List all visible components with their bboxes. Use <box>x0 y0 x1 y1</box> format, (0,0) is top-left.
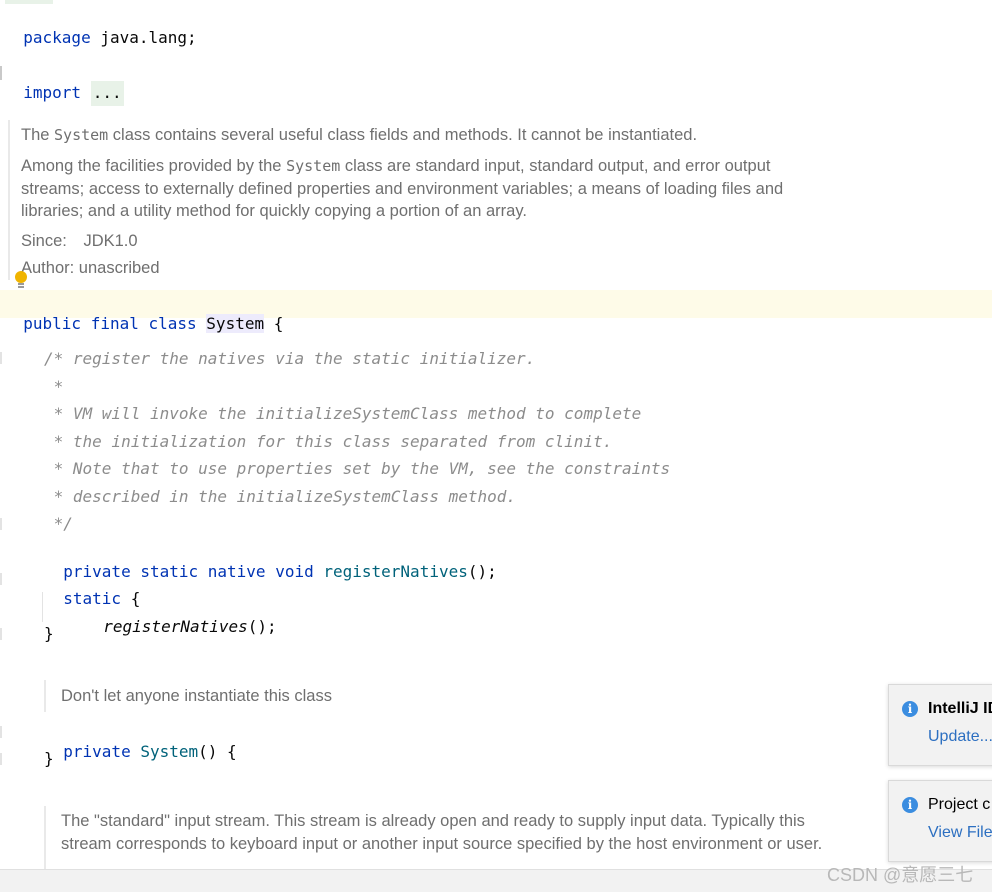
class-name[interactable]: System <box>206 314 265 333</box>
ctor-doc-bar <box>44 680 46 712</box>
fold-marker-ctor-start[interactable] <box>0 726 2 738</box>
since-value: JDK1.0 <box>83 232 138 250</box>
import-keyword: import <box>23 83 82 102</box>
fold-marker-comment-start[interactable] <box>0 352 2 364</box>
comment-line: /* register the natives via the static i… <box>44 349 536 368</box>
ctor-name[interactable]: System <box>140 742 198 761</box>
lightbulb-icon[interactable] <box>14 271 28 291</box>
notification-title: IntelliJ ID <box>928 700 992 717</box>
notification-title: Project c <box>928 796 991 813</box>
class-declaration[interactable]: public final class System { <box>4 294 283 334</box>
native-method-name[interactable]: registerNatives <box>323 562 468 581</box>
comment-line: */ <box>44 514 73 533</box>
class-doc-para2: Among the facilities provided by the Sys… <box>21 157 784 220</box>
import-line[interactable]: import ... <box>4 63 124 106</box>
scroll-remnant-highlight <box>5 0 53 4</box>
class-doc-author: Author: unascribed <box>21 257 160 280</box>
constructor-close: } <box>44 749 54 768</box>
comment-line: * the initialization for this class sepa… <box>44 432 613 451</box>
fold-marker-static-start[interactable] <box>0 573 2 585</box>
notification-view-file-link[interactable]: View File <box>928 824 992 842</box>
class-open-brace: { <box>273 314 284 333</box>
ctor-modifier: private <box>63 742 131 761</box>
import-fold-marker[interactable] <box>0 66 2 80</box>
info-icon: i <box>902 797 918 813</box>
indent-guide <box>42 592 43 622</box>
static-block-close: } <box>44 624 54 643</box>
import-folded-block[interactable]: ... <box>90 81 124 106</box>
class-doc-bar <box>8 120 10 280</box>
in-stream-doc: The "standard" input stream. This stream… <box>61 812 823 853</box>
class-doc-code-system-2: System <box>286 157 341 175</box>
since-label: Since: <box>21 232 67 250</box>
author-value: unascribed <box>78 259 160 277</box>
comment-line: * Note that to use properties set by the… <box>44 459 671 478</box>
class-doc-code-system: System <box>54 126 109 144</box>
notification-intellij[interactable]: i IntelliJ ID Update... <box>888 684 992 766</box>
class-modifiers: public final class <box>23 314 197 333</box>
notification-project[interactable]: i Project c View File <box>888 780 992 862</box>
package-keyword: package <box>23 28 91 47</box>
class-doc-line1: The System class contains several useful… <box>21 126 698 144</box>
comment-line: * <box>44 377 64 396</box>
ctor-doc: Don't let anyone instantiate this class <box>61 687 332 705</box>
comment-line: * VM will invoke the initializeSystemCla… <box>44 404 642 423</box>
constructor-declaration[interactable]: private System() { <box>44 722 236 762</box>
comment-line: * described in the initializeSystemClass… <box>44 487 517 506</box>
watermark: CSDN @意愿三七 <box>827 865 974 885</box>
info-icon: i <box>902 701 918 717</box>
fold-marker-comment-end[interactable] <box>0 518 2 530</box>
author-label: Author: <box>21 259 75 277</box>
notification-update-link[interactable]: Update... <box>928 728 992 746</box>
package-name: java.lang; <box>100 28 197 47</box>
fold-marker-ctor-end[interactable] <box>0 753 2 765</box>
class-doc-since: Since: JDK1.0 <box>21 230 138 253</box>
fold-marker-static-end[interactable] <box>0 628 2 640</box>
register-natives-call[interactable]: registerNatives <box>103 617 248 636</box>
package-line[interactable]: package java.lang; <box>4 8 197 48</box>
static-block-call[interactable]: registerNatives(); <box>84 597 276 637</box>
